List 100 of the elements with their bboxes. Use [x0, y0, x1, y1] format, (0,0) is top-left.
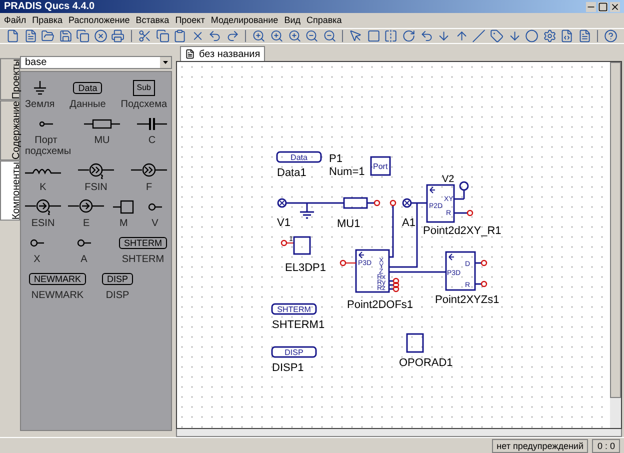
component-label: DISP1: [272, 362, 304, 374]
toolbar-icon[interactable]: [208, 29, 222, 43]
palette-item[interactable]: C: [137, 116, 167, 157]
toolbar-icon[interactable]: [76, 29, 90, 43]
toolbar-icon[interactable]: [288, 29, 302, 43]
block-symbol: SHTERM: [119, 237, 167, 249]
component-label: Point2DOFs1: [347, 299, 414, 311]
library-select[interactable]: base: [20, 56, 172, 69]
toolbar-icon[interactable]: [472, 29, 486, 43]
source-icon: [25, 199, 61, 215]
vertical-scrollbar[interactable]: [610, 62, 621, 428]
component-label: V1: [277, 217, 290, 229]
menu-item[interactable]: Моделирование: [210, 14, 278, 28]
toolbar-icon[interactable]: [366, 29, 380, 43]
component-label: EL3DP1: [285, 262, 326, 274]
port-icon: [390, 200, 396, 206]
palette-item[interactable]: F: [131, 163, 167, 193]
toolbar-icon[interactable]: [58, 29, 72, 43]
toolbar-icon[interactable]: [24, 29, 38, 43]
menu-item[interactable]: Правка: [32, 14, 63, 28]
probe-icon: [77, 239, 91, 247]
toolbar-icon[interactable]: [41, 29, 55, 43]
palette-item[interactable]: ESIN: [25, 199, 61, 229]
ground-icon: [32, 81, 47, 95]
side-tab[interactable]: Проекты: [0, 58, 20, 100]
component-label: V2: [442, 174, 454, 185]
menu-item[interactable]: Файл: [4, 14, 26, 28]
palette-item[interactable]: M: [112, 199, 136, 229]
toolbar-icon[interactable]: [437, 29, 451, 43]
probe-icon: [30, 239, 44, 247]
palette-item[interactable]: Sub Подсхема: [120, 80, 167, 110]
data-block: SHTERM: [271, 303, 317, 315]
side-tab[interactable]: Компоненты: [0, 160, 20, 220]
port-block: Port: [370, 156, 391, 176]
probe-icon: [148, 203, 162, 211]
component-label: MU1: [337, 218, 360, 230]
menu-item[interactable]: Вид: [284, 14, 300, 28]
block-symbol: Data: [73, 82, 102, 94]
toolbar-icon[interactable]: [604, 29, 618, 43]
toolbar-icon[interactable]: [6, 29, 20, 43]
document-tab[interactable]: без названия: [180, 46, 266, 61]
toolbar-icon[interactable]: [578, 29, 592, 43]
menu-item[interactable]: Расположение: [68, 14, 130, 28]
palette-item[interactable]: MU: [84, 116, 120, 157]
palette-item[interactable]: FSIN: [78, 163, 114, 193]
maximize-icon[interactable]: [598, 2, 608, 12]
component-label: Point2XYZs1: [435, 294, 500, 306]
inductor-icon: [25, 167, 61, 175]
source-icon: [78, 163, 114, 179]
palette-item[interactable]: E: [68, 199, 104, 229]
toolbar-icon[interactable]: [384, 29, 398, 43]
minimize-icon[interactable]: [586, 2, 596, 12]
component-label: P1: [329, 153, 342, 165]
probe-icon: [277, 198, 287, 208]
palette-item[interactable]: DISP DISP: [102, 271, 134, 301]
palette-item[interactable]: V: [142, 199, 167, 229]
block-symbol: [340, 249, 400, 293]
square-icon: [112, 200, 135, 214]
component-label: A1: [402, 217, 416, 229]
toolbar-icon[interactable]: [454, 29, 468, 43]
palette-item[interactable]: Data Данные: [70, 80, 106, 110]
toolbar-icon[interactable]: [525, 29, 539, 43]
palette-item[interactable]: A: [72, 235, 96, 265]
resistor-icon: [343, 197, 380, 209]
palette-item[interactable]: X: [25, 235, 49, 265]
document-icon: [185, 49, 195, 59]
component-label: Point2d2XY_R1: [423, 225, 502, 237]
toolbar-icon[interactable]: [226, 29, 240, 43]
toolbar-icon[interactable]: [111, 29, 126, 43]
palette-item[interactable]: SHTERM SHTERM: [119, 235, 167, 265]
component-label: SHTERM1: [272, 319, 325, 331]
side-tab[interactable]: Содержание: [0, 100, 20, 161]
menu-item[interactable]: Вставка: [136, 14, 170, 28]
window-title: PRADIS Qucs 4.4.0: [4, 0, 96, 14]
port-icon: [39, 121, 53, 127]
palette-item[interactable]: NEWMARK NEWMARK: [29, 271, 86, 301]
palette-item[interactable]: Земля: [25, 80, 55, 110]
toolbar-icon[interactable]: [508, 29, 522, 43]
subcircuit-symbol: Sub: [132, 80, 155, 96]
menu-item[interactable]: Справка: [306, 14, 342, 28]
resistor-icon: [84, 119, 120, 129]
menu-item[interactable]: Проект: [175, 14, 205, 28]
toolbar-icon[interactable]: [420, 29, 434, 43]
toolbar-icon[interactable]: [560, 29, 574, 43]
toolbar-icon[interactable]: [173, 29, 187, 43]
horizontal-scrollbar[interactable]: [176, 429, 622, 437]
toolbar-icon[interactable]: [542, 29, 556, 43]
toolbar-icon[interactable]: [270, 29, 284, 43]
toolbar-icon[interactable]: [94, 29, 108, 43]
toolbar-icon[interactable]: [490, 29, 504, 43]
toolbar-icon[interactable]: [349, 29, 363, 43]
toolbar-icon[interactable]: [322, 29, 336, 43]
block-symbol: DISP: [102, 273, 134, 285]
toolbar-icon[interactable]: [252, 29, 266, 43]
toolbar-icon[interactable]: [402, 29, 416, 43]
close-icon[interactable]: [610, 2, 620, 12]
toolbar-icon[interactable]: [138, 29, 152, 43]
palette-item[interactable]: K: [25, 163, 61, 193]
toolbar-icon[interactable]: [305, 29, 319, 43]
toolbar-icon[interactable]: [156, 29, 170, 43]
